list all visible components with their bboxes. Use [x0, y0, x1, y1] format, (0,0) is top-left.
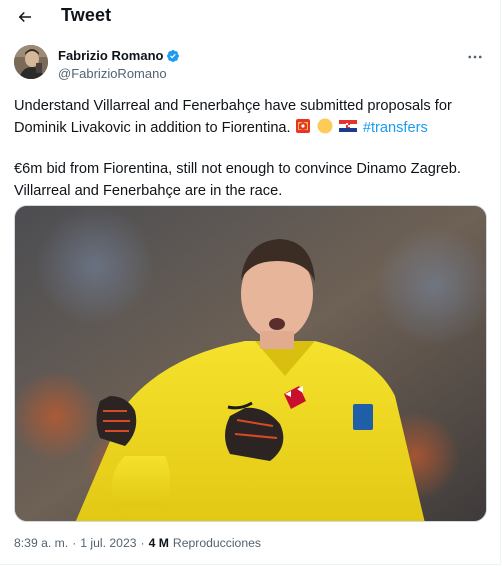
tweet-paragraph-2: €6m bid from Fiorentina, still not enoug…: [14, 159, 490, 202]
tweet-paragraph-1: Understand Villarreal and Fenerbahçe hav…: [14, 96, 490, 139]
author-name[interactable]: Fabrizio Romano: [58, 48, 163, 63]
yellow-circle-icon: [317, 118, 333, 133]
avatar[interactable]: [14, 45, 48, 79]
meta-separator: ·: [72, 536, 77, 550]
author-name-row: Fabrizio Romano: [58, 48, 180, 63]
views-label: Reproducciones: [172, 536, 261, 550]
avatar-image: [14, 45, 48, 79]
more-options-button[interactable]: [460, 45, 490, 69]
tweet-media-image[interactable]: [14, 205, 487, 522]
hashtag-transfers[interactable]: #transfers: [363, 120, 428, 136]
tweet-text-3: Villarreal and Fenerbahçe are in the rac…: [14, 182, 283, 199]
author-handle[interactable]: @FabrizioRomano: [58, 66, 167, 81]
tweet-meta: 8:39 a. m. · 1 jul. 2023 · 4 M Reproducc…: [14, 536, 261, 550]
spain-flag-icon: [295, 118, 310, 133]
goalkeeper-photo: [15, 206, 486, 521]
tweet-body: Understand Villarreal and Fenerbahçe hav…: [14, 96, 490, 202]
page-title: Tweet: [61, 5, 112, 25]
croatia-flag-icon: [338, 119, 357, 132]
verified-badge-icon: [167, 49, 180, 62]
views-count: 4 M: [148, 536, 169, 550]
tweet-time[interactable]: 8:39 a. m.: [14, 536, 68, 550]
back-button[interactable]: [8, 0, 42, 34]
tweet-text-2: €6m bid from Fiorentina, still not enoug…: [14, 161, 461, 177]
tweet-author: Fabrizio Romano @FabrizioRomano: [14, 45, 490, 85]
meta-separator: ·: [140, 536, 145, 550]
arrow-left-icon: [18, 11, 31, 23]
top-header: Tweet: [0, 0, 500, 33]
tweet-page: Tweet Fabrizio Romano @FabrizioRomano Un…: [0, 0, 501, 565]
tweet-date[interactable]: 1 jul. 2023: [80, 536, 136, 550]
more-horizontal-icon: [468, 55, 482, 59]
